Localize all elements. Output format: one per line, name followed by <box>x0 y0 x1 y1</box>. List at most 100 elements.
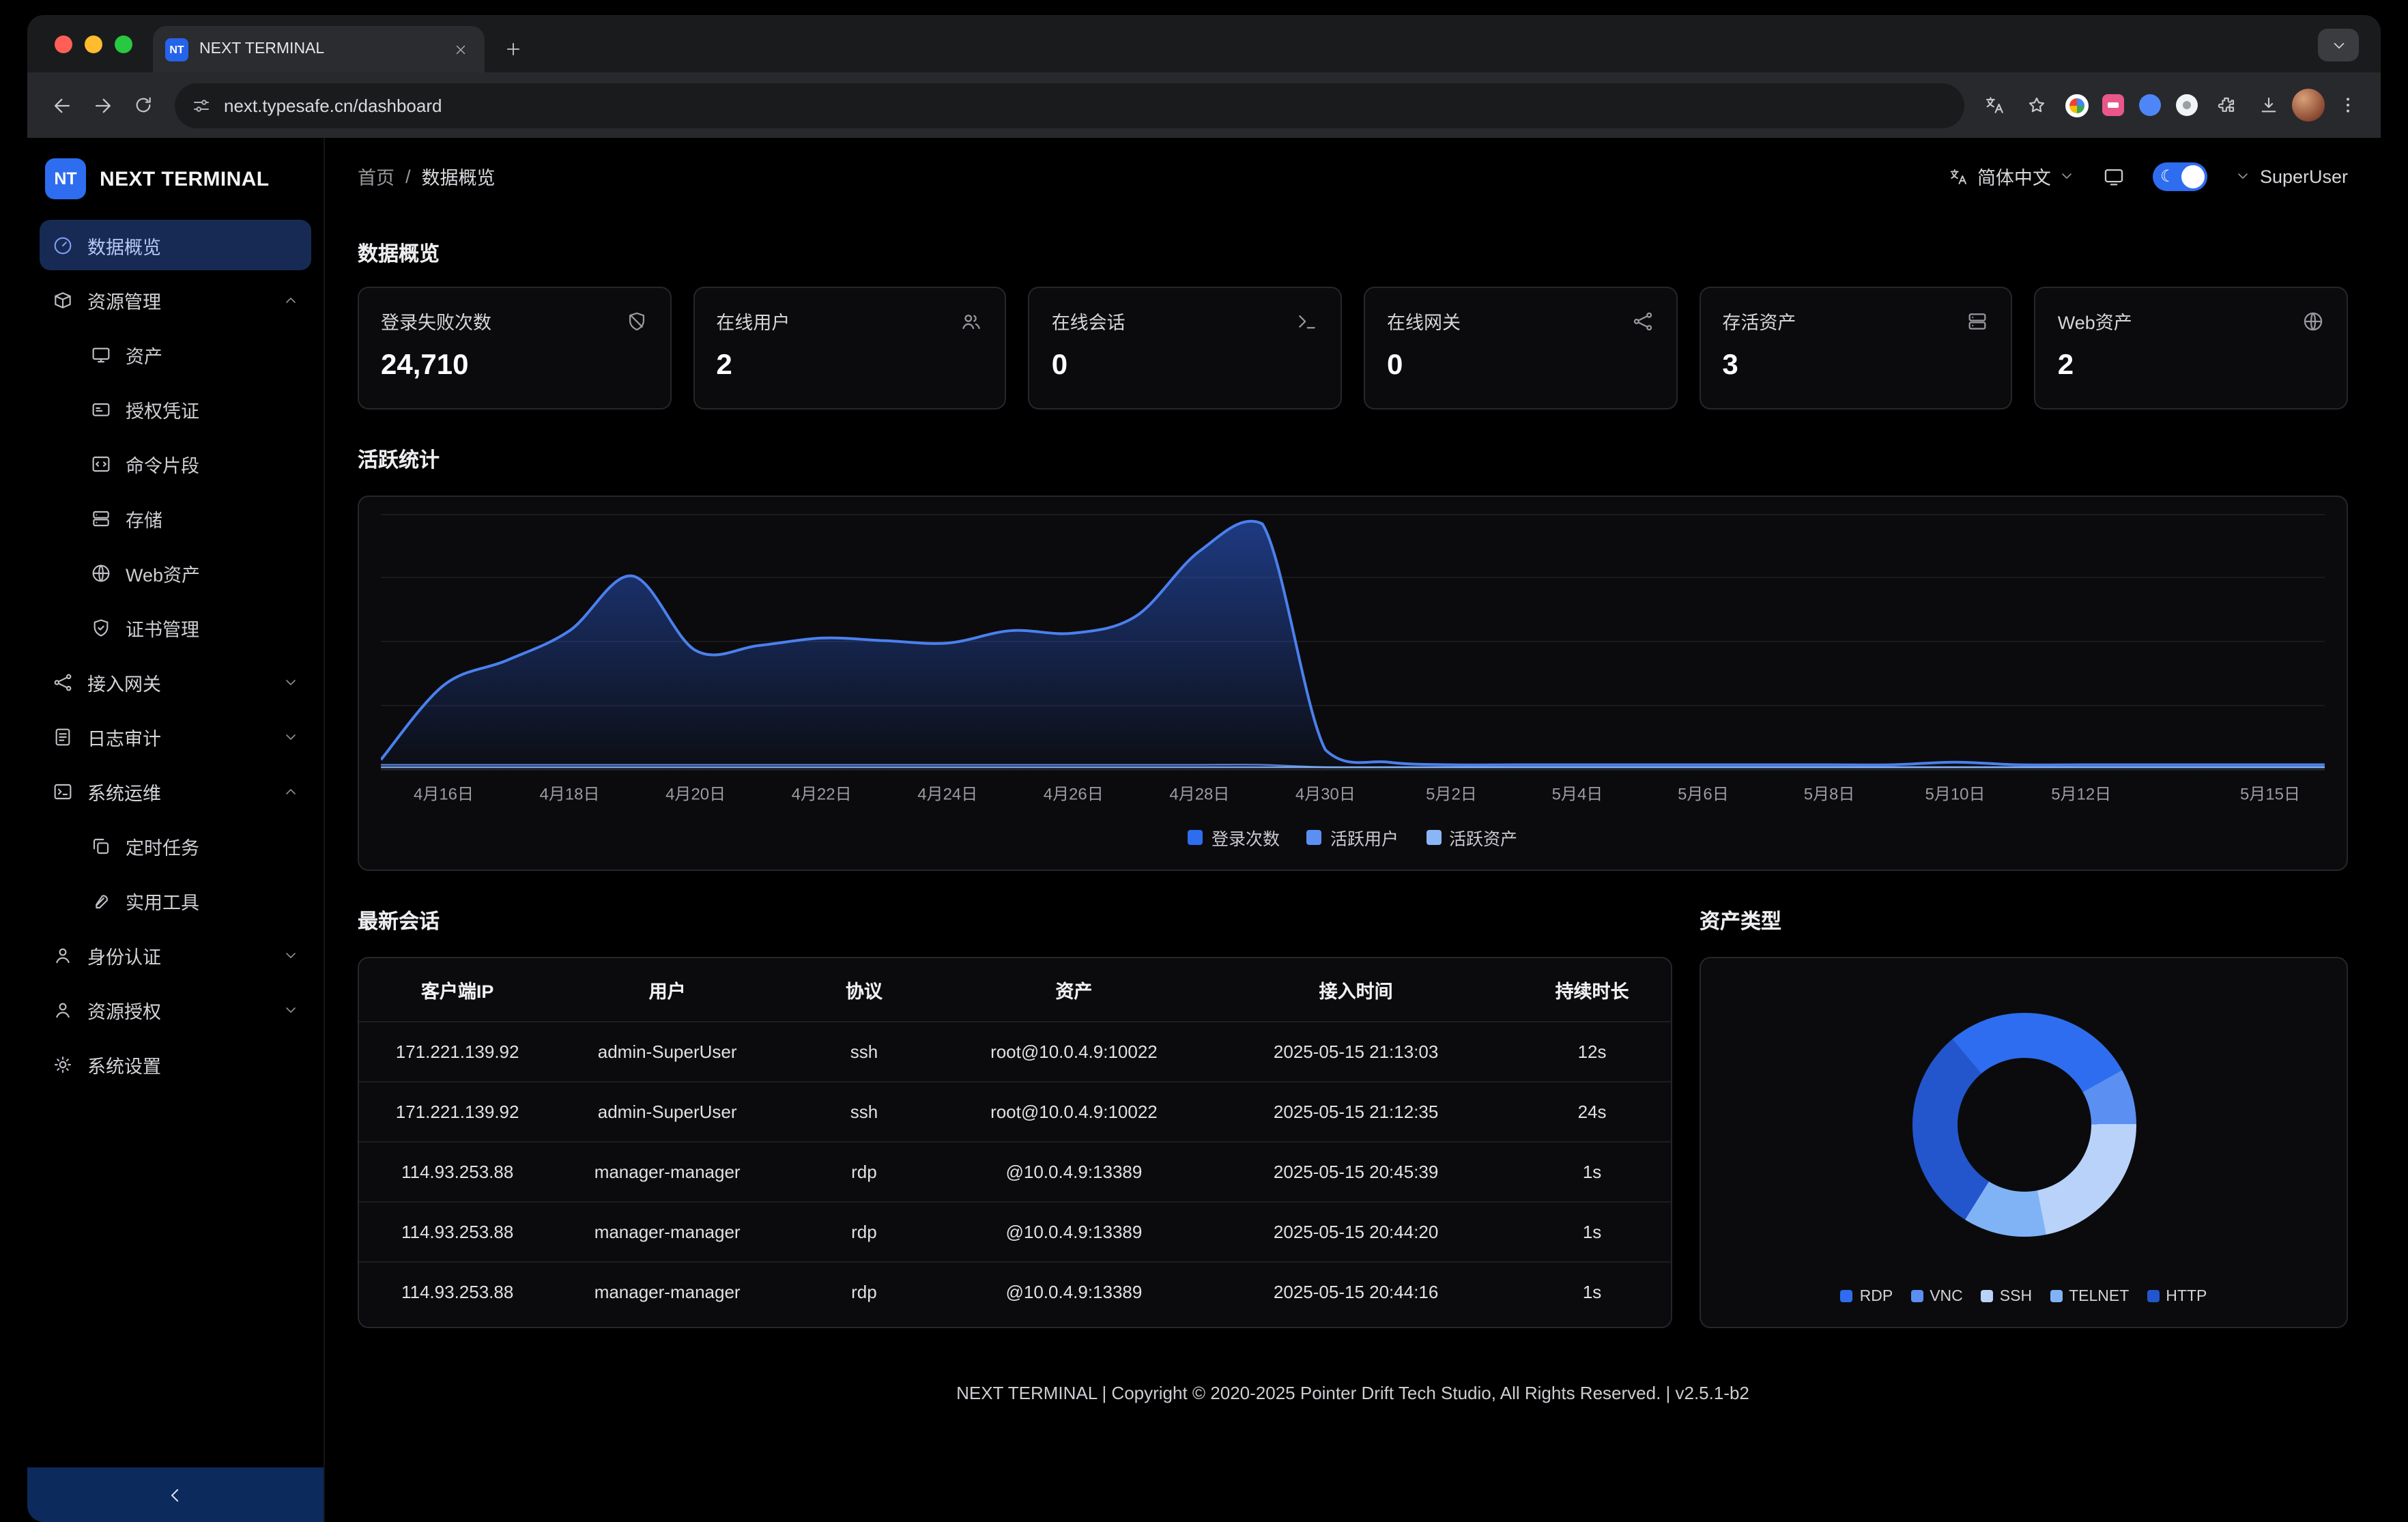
donut-legend-item-telnet[interactable]: TELNET <box>2050 1289 2129 1305</box>
sidebar-item-log-audit[interactable]: 日志审计 <box>40 711 311 762</box>
svg-text:5月10日: 5月10日 <box>1925 786 1986 804</box>
extension-pink-icon[interactable] <box>2097 89 2130 121</box>
asset-types-donut <box>1912 1013 2136 1237</box>
reload-button[interactable] <box>123 85 164 126</box>
sidebar-item-utilities[interactable]: 实用工具 <box>40 875 311 925</box>
table-header-row: 客户端IP用户协议资产接入时间持续时长 <box>359 958 1671 1021</box>
sessions-title: 最新会话 <box>358 906 1672 935</box>
activity-chart-card: 4月16日4月18日4月20日4月22日4月24日4月26日4月28日4月30日… <box>358 496 2348 871</box>
stat-card-globe: Web资产2 <box>2035 287 2348 410</box>
browser-menu-icon[interactable] <box>2329 86 2367 124</box>
chevron-down-icon <box>2059 168 2076 184</box>
table-cell: 1s <box>1513 1162 1671 1182</box>
donut-legend-item-vnc[interactable]: VNC <box>1910 1289 1963 1305</box>
table-cell: manager-manager <box>556 1222 779 1242</box>
donut-legend-item-http[interactable]: HTTP <box>2147 1289 2207 1305</box>
site-settings-icon[interactable] <box>191 95 212 115</box>
app-logo: NT <box>45 158 86 199</box>
svg-text:4月20日: 4月20日 <box>665 786 726 804</box>
chevdown-icon <box>283 674 299 690</box>
stat-label: 登录失败次数 <box>381 307 491 334</box>
table-row[interactable]: 171.221.139.92admin-SuperUsersshroot@10.… <box>359 1081 1671 1141</box>
sidebar-item-system-settings[interactable]: 系统设置 <box>40 1039 311 1089</box>
breadcrumb-current: 数据概览 <box>422 162 496 190</box>
gear-icon <box>52 1053 74 1075</box>
column-header: 协议 <box>779 976 949 1003</box>
chevdown-icon <box>2235 168 2252 184</box>
tab-list-button[interactable] <box>2318 29 2359 61</box>
sidebar-item-scheduled-tasks[interactable]: 定时任务 <box>40 820 311 871</box>
sidebar-item-access-gateway[interactable]: 接入网关 <box>40 657 311 707</box>
breadcrumb-home[interactable]: 首页 <box>358 162 395 190</box>
copyclock-icon <box>90 835 112 857</box>
header-actions: 简体中文 ☾ SuperUser <box>1949 162 2348 190</box>
stats-row: 登录失败次数24,710在线用户2在线会话0在线网关0存活资产3Web资产2 <box>344 287 2362 410</box>
close-icon <box>453 42 468 57</box>
legend-item-1[interactable]: 活跃用户 <box>1307 824 1399 850</box>
tab-close-button[interactable] <box>448 37 472 61</box>
stat-card-servers: 存活资产3 <box>1699 287 2012 410</box>
table-cell: 12s <box>1513 1042 1671 1062</box>
address-bar[interactable]: next.typesafe.cn/dashboard <box>175 83 1964 128</box>
extension-blue-icon[interactable] <box>2134 89 2166 121</box>
extension-google-icon[interactable] <box>2060 89 2093 121</box>
table-row[interactable]: 114.93.253.88manager-managerrdp@10.0.4.9… <box>359 1201 1671 1261</box>
table-row[interactable]: 114.93.253.88manager-managerrdp@10.0.4.9… <box>359 1141 1671 1201</box>
sidebar-item-identity-auth[interactable]: 身份认证 <box>40 930 311 980</box>
table-cell: root@10.0.4.9:10022 <box>949 1042 1199 1062</box>
app: NT NEXT TERMINAL 数据概览资源管理资产授权凭证命令片段存储Web… <box>27 138 2381 1522</box>
new-tab-button[interactable] <box>496 31 531 67</box>
legend-item-0[interactable]: 登录次数 <box>1188 824 1280 850</box>
table-cell: ssh <box>779 1102 949 1122</box>
sidebar-item-storage[interactable]: 存储 <box>40 493 311 543</box>
table-cell: 2025-05-15 20:44:20 <box>1199 1222 1513 1242</box>
moon-icon: ☾ <box>2160 162 2175 190</box>
sessions-section: 最新会话 客户端IP用户协议资产接入时间持续时长171.221.139.92ad… <box>358 871 1672 1328</box>
tab-favicon: NT <box>165 38 188 61</box>
zoom-window-button[interactable] <box>115 35 132 53</box>
user-menu[interactable]: SuperUser <box>2235 166 2348 186</box>
table-row[interactable]: 171.221.139.92admin-SuperUsersshroot@10.… <box>359 1021 1671 1081</box>
sidebar-item-resource-authorization[interactable]: 资源授权 <box>40 984 311 1035</box>
back-button[interactable] <box>41 85 82 126</box>
sidebar-item-command-snippets[interactable]: 命令片段 <box>40 438 311 489</box>
svg-text:4月18日: 4月18日 <box>540 786 600 804</box>
donut-legend-item-ssh[interactable]: SSH <box>1981 1289 2032 1305</box>
donut-legend: RDP VNC SSH TELNET HTTP <box>1701 1289 2347 1305</box>
forward-button[interactable] <box>82 85 123 126</box>
sidebar-item-dashboard[interactable]: 数据概览 <box>40 220 311 270</box>
stat-label: 在线网关 <box>1387 307 1461 334</box>
table-cell: 2025-05-15 21:12:35 <box>1199 1102 1513 1122</box>
sidebar-item-resource-management[interactable]: 资源管理 <box>40 274 311 325</box>
minimize-window-button[interactable] <box>85 35 102 53</box>
sidebar-collapse-button[interactable] <box>27 1467 324 1522</box>
idcard-icon <box>90 398 112 420</box>
svg-text:4月16日: 4月16日 <box>414 786 474 804</box>
legend-item-2[interactable]: 活跃资产 <box>1426 824 1517 850</box>
sidebar-item-assets[interactable]: 资产 <box>40 329 311 379</box>
close-window-button[interactable] <box>55 35 72 53</box>
theme-toggle[interactable]: ☾ <box>2153 162 2208 190</box>
display-mode-button[interactable] <box>2103 164 2126 188</box>
code-icon <box>90 453 112 474</box>
downloads-icon[interactable] <box>2250 86 2288 124</box>
browser-tab[interactable]: NT NEXT TERMINAL <box>153 26 485 72</box>
sidebar-item-system-ops[interactable]: 系统运维 <box>40 766 311 816</box>
svg-text:5月2日: 5月2日 <box>1426 786 1477 804</box>
bookmark-star-icon[interactable] <box>2018 86 2056 124</box>
extension-white-icon[interactable] <box>2170 89 2203 121</box>
sidebar-item-credentials[interactable]: 授权凭证 <box>40 384 311 434</box>
profile-avatar[interactable] <box>2292 89 2325 121</box>
sidebar-item-web-assets[interactable]: Web资产 <box>40 547 311 598</box>
puzzle-icon <box>2216 94 2237 116</box>
extensions-puzzle-icon[interactable] <box>2207 86 2246 124</box>
donut-legend-item-rdp[interactable]: RDP <box>1841 1289 1893 1305</box>
screen: NT NEXT TERMINAL next.typesafe.cn/dashbo… <box>0 0 2408 1522</box>
sidebar-item-certificates[interactable]: 证书管理 <box>40 602 311 652</box>
table-cell: ssh <box>779 1042 949 1062</box>
language-icon <box>1949 166 1969 186</box>
chevron-down-icon <box>2235 168 2252 184</box>
table-row[interactable]: 114.93.253.88manager-managerrdp@10.0.4.9… <box>359 1261 1671 1321</box>
translate-icon[interactable] <box>1975 86 2013 124</box>
language-selector[interactable]: 简体中文 <box>1949 162 2076 190</box>
